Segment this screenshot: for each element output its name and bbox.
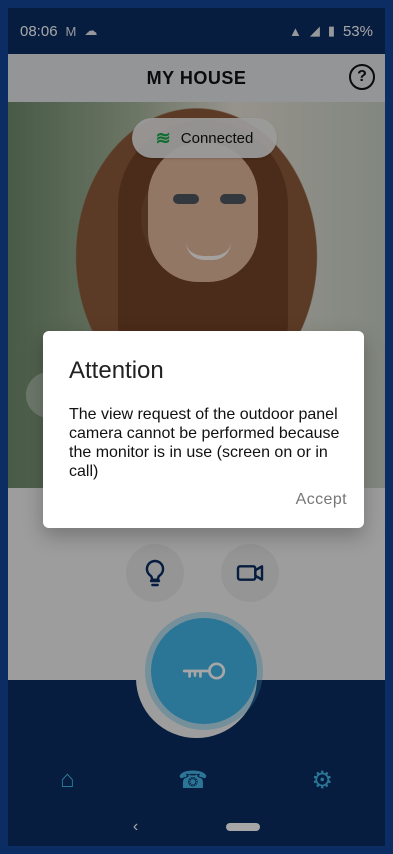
app-screen: 08:06 M ☁ ▲ ◢ ▮ 53% MY HOUSE ? ≋ Connect… — [8, 8, 385, 846]
dialog-title: Attention — [69, 357, 164, 384]
accept-button[interactable]: Accept — [296, 491, 347, 509]
attention-dialog: Attention The view request of the outdoo… — [43, 331, 364, 528]
dialog-message: The view request of the outdoor panel ca… — [69, 406, 340, 480]
